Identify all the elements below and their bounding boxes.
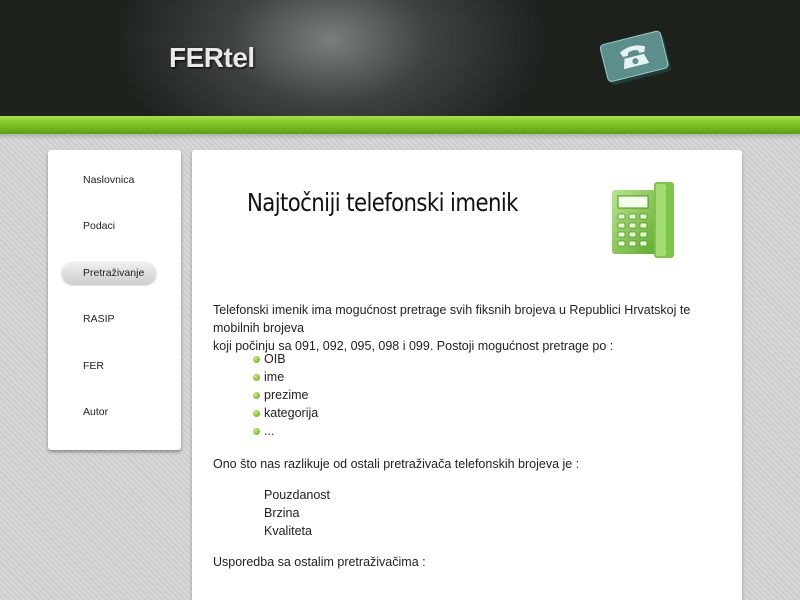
telephone-icon [599, 26, 680, 92]
bullet-icon [253, 392, 260, 399]
bullet-icon [253, 374, 260, 381]
sidebar-item-naslovnica[interactable]: Naslovnica [62, 169, 156, 191]
page-title: Najtočniji telefonski imenik [247, 188, 518, 217]
list-item: kategorija [253, 404, 318, 422]
bullet-icon [253, 428, 260, 435]
list-item: OIB [253, 350, 318, 368]
list-item: ... [253, 422, 318, 440]
list-item: prezime [253, 386, 318, 404]
comparison-text: Usporedba sa ostalim pretraživačima : [213, 555, 426, 569]
sidebar-item-fer[interactable]: FER [62, 355, 156, 377]
site-logo[interactable]: FERtel [169, 42, 255, 74]
intro-line-1: Telefonski imenik ima mogućnost pretrage… [213, 303, 691, 335]
header-accent-bar [0, 116, 800, 134]
difference-text: Ono što nas razlikuje od ostali pretraži… [213, 457, 580, 471]
header [0, 0, 800, 116]
header-shadow [0, 134, 800, 140]
bullet-icon [253, 356, 260, 363]
sidebar-nav: Naslovnica Podaci Pretraživanje RASIP FE… [48, 150, 181, 450]
advantages-list: Pouzdanost Brzina Kvaliteta [264, 486, 330, 540]
sidebar-item-pretrazivanje[interactable]: Pretraživanje [62, 262, 156, 284]
desk-phone-icon [610, 180, 676, 260]
main-content: Najtočniji telefonski imenik Telefonski … [192, 150, 742, 600]
sidebar-item-podaci[interactable]: Podaci [62, 215, 156, 237]
list-item: Kvaliteta [264, 524, 312, 538]
intro-text: Telefonski imenik ima mogućnost pretrage… [213, 301, 723, 355]
list-item: ime [253, 368, 318, 386]
search-options-list: OIB ime prezime kategorija ... [253, 350, 318, 440]
list-item: Pouzdanost [264, 488, 331, 502]
sidebar-item-autor[interactable]: Autor [62, 401, 156, 423]
list-item: Brzina [264, 506, 300, 520]
sidebar-item-rasip[interactable]: RASIP [62, 308, 156, 330]
bullet-icon [253, 410, 260, 417]
